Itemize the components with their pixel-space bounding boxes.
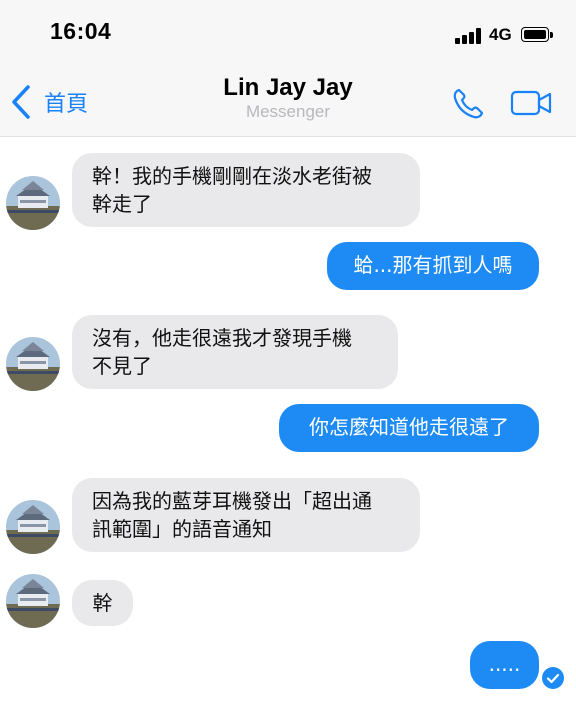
contact-avatar[interactable] bbox=[6, 574, 60, 628]
message-bubble-outgoing[interactable]: 蛤...那有抓到人嗎 bbox=[327, 242, 539, 290]
message-bubble-incoming[interactable]: 因為我的藍芽耳機發出「超出通 訊範圍」的語音通知 bbox=[72, 478, 420, 552]
network-type: 4G bbox=[489, 25, 512, 44]
message-bubble-incoming[interactable]: 幹！我的手機剛剛在淡水老街被 幹走了 bbox=[72, 153, 420, 227]
phone-icon bbox=[453, 88, 484, 119]
message-bubble-incoming[interactable]: 沒有，他走很遠我才發現手機 不見了 bbox=[72, 315, 398, 389]
video-camera-icon bbox=[510, 90, 552, 116]
seen-check-icon bbox=[542, 667, 564, 689]
contact-name[interactable]: Lin Jay Jay bbox=[0, 74, 576, 102]
message-bubble-outgoing[interactable]: 你怎麼知道他走很遠了 bbox=[279, 404, 539, 452]
battery-icon bbox=[521, 27, 554, 44]
message-bubble-incoming[interactable]: 幹 bbox=[72, 580, 133, 626]
status-time: 16:04 bbox=[50, 18, 112, 44]
status-bar: 16:04 4G bbox=[0, 0, 576, 66]
signal-icon bbox=[455, 28, 485, 44]
contact-avatar[interactable] bbox=[6, 337, 60, 391]
contact-avatar[interactable] bbox=[6, 176, 60, 230]
app-name: Messenger bbox=[245, 102, 331, 121]
message-bubble-outgoing[interactable]: ..... bbox=[470, 641, 539, 689]
chat-header: 首頁 Lin Jay Jay Messenger bbox=[0, 66, 576, 137]
call-button[interactable] bbox=[450, 86, 486, 126]
video-call-button[interactable] bbox=[510, 88, 554, 122]
contact-avatar[interactable] bbox=[6, 500, 60, 554]
